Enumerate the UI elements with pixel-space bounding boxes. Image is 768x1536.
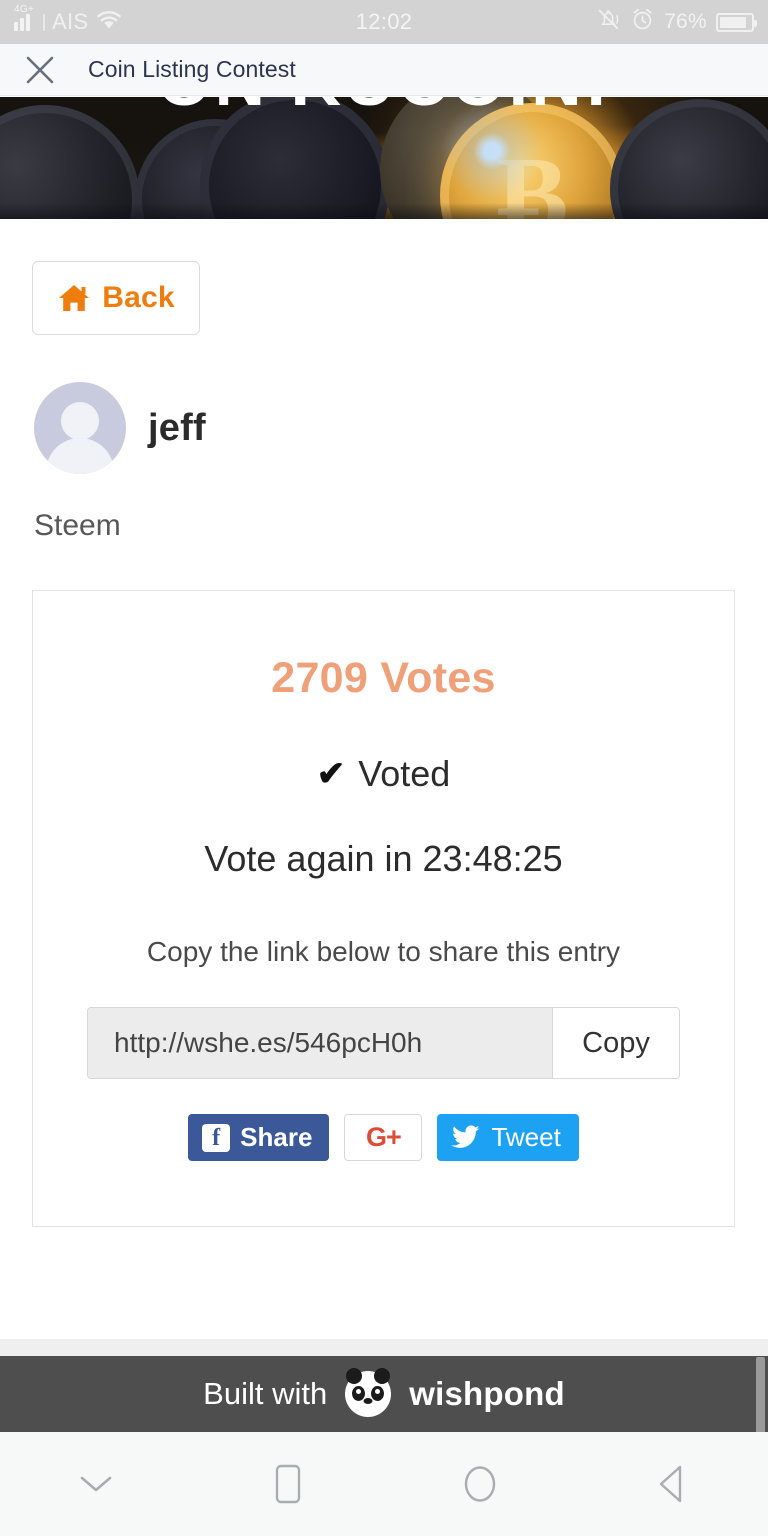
carrier-label: AIS — [52, 9, 89, 34]
footer-gap-strip — [0, 1339, 768, 1356]
hero-gradient-overlay — [0, 203, 768, 219]
back-button-label: Back — [102, 281, 175, 314]
back-button-nav[interactable] — [576, 1462, 768, 1506]
app-title-bar: Coin Listing Contest — [0, 44, 768, 96]
network-type-label: 4G+ — [14, 4, 35, 15]
battery-icon — [716, 12, 757, 32]
battery-percent-label: 76% — [664, 10, 707, 33]
voted-label: Voted — [358, 753, 451, 794]
check-icon: ✔ — [316, 755, 346, 793]
home-icon — [57, 283, 91, 313]
vote-card: 2709 Votes ✔ Voted Vote again in 23:48:2… — [32, 590, 735, 1227]
page-content: Back jeff Steem 2709 Votes ✔ Voted Vote … — [0, 219, 768, 1339]
facebook-icon: f — [202, 1123, 231, 1152]
status-divider — [43, 13, 45, 31]
phone-screen: 4G+ AIS 12:02 76% Coin Listing Contest B… — [0, 0, 768, 1536]
copy-button[interactable]: Copy — [552, 1008, 679, 1078]
social-share-row: f Share G+ Tweet — [33, 1114, 734, 1161]
cellular-signal-icon: 4G+ — [14, 4, 36, 31]
square-icon — [270, 1462, 306, 1506]
hero-headline: ON KUCOIN! — [0, 97, 768, 121]
status-bar: 4G+ AIS 12:02 76% — [0, 0, 768, 44]
home-button[interactable] — [384, 1461, 576, 1507]
android-nav-bar — [0, 1432, 768, 1536]
status-bar-left: 4G+ AIS — [14, 4, 123, 36]
vote-count-label: 2709 Votes — [271, 654, 496, 702]
facebook-share-label: Share — [240, 1122, 313, 1152]
google-plus-icon: G+ — [366, 1122, 402, 1152]
back-button[interactable]: Back — [32, 261, 200, 335]
recents-button[interactable] — [192, 1462, 384, 1506]
twitter-tweet-label: Tweet — [491, 1122, 561, 1152]
share-hint-text: Copy the link below to share this entry — [146, 936, 621, 967]
wishpond-brand-label: wishpond — [409, 1375, 565, 1412]
vibrate-off-icon — [596, 7, 621, 38]
panda-logo-icon — [345, 1368, 392, 1417]
share-link-box: Copy — [87, 1007, 680, 1079]
triangle-left-icon — [652, 1462, 692, 1506]
footer-bar: Built with wishpond — [0, 1356, 768, 1432]
hero-banner: Ƀ ON KUCOIN! — [0, 97, 768, 219]
voted-status: ✔ Voted — [33, 753, 734, 795]
built-with-label: Built with — [203, 1376, 328, 1411]
twitter-bird-icon — [451, 1124, 481, 1151]
entry-username: jeff — [148, 406, 206, 449]
status-bar-right: 76% — [596, 7, 757, 38]
facebook-share-button[interactable]: f Share — [188, 1114, 330, 1161]
entry-user-row: jeff — [34, 382, 206, 474]
entry-coin-name: Steem — [34, 509, 121, 542]
vertical-scrollbar[interactable] — [756, 1357, 765, 1433]
share-link-row: Copy — [33, 1007, 734, 1079]
page-title: Coin Listing Contest — [88, 56, 296, 82]
chevron-down-icon — [78, 1473, 114, 1495]
alarm-clock-icon — [630, 7, 655, 38]
twitter-tweet-button[interactable]: Tweet — [437, 1114, 579, 1161]
google-plus-share-button[interactable]: G+ — [344, 1114, 423, 1161]
circle-icon — [458, 1461, 502, 1507]
vote-again-countdown: Vote again in 23:48:25 — [204, 838, 563, 879]
close-icon[interactable] — [14, 44, 66, 96]
hide-keyboard-button[interactable] — [0, 1473, 192, 1495]
wifi-icon — [95, 9, 123, 36]
share-url-input[interactable] — [88, 1008, 552, 1078]
avatar — [34, 382, 126, 474]
